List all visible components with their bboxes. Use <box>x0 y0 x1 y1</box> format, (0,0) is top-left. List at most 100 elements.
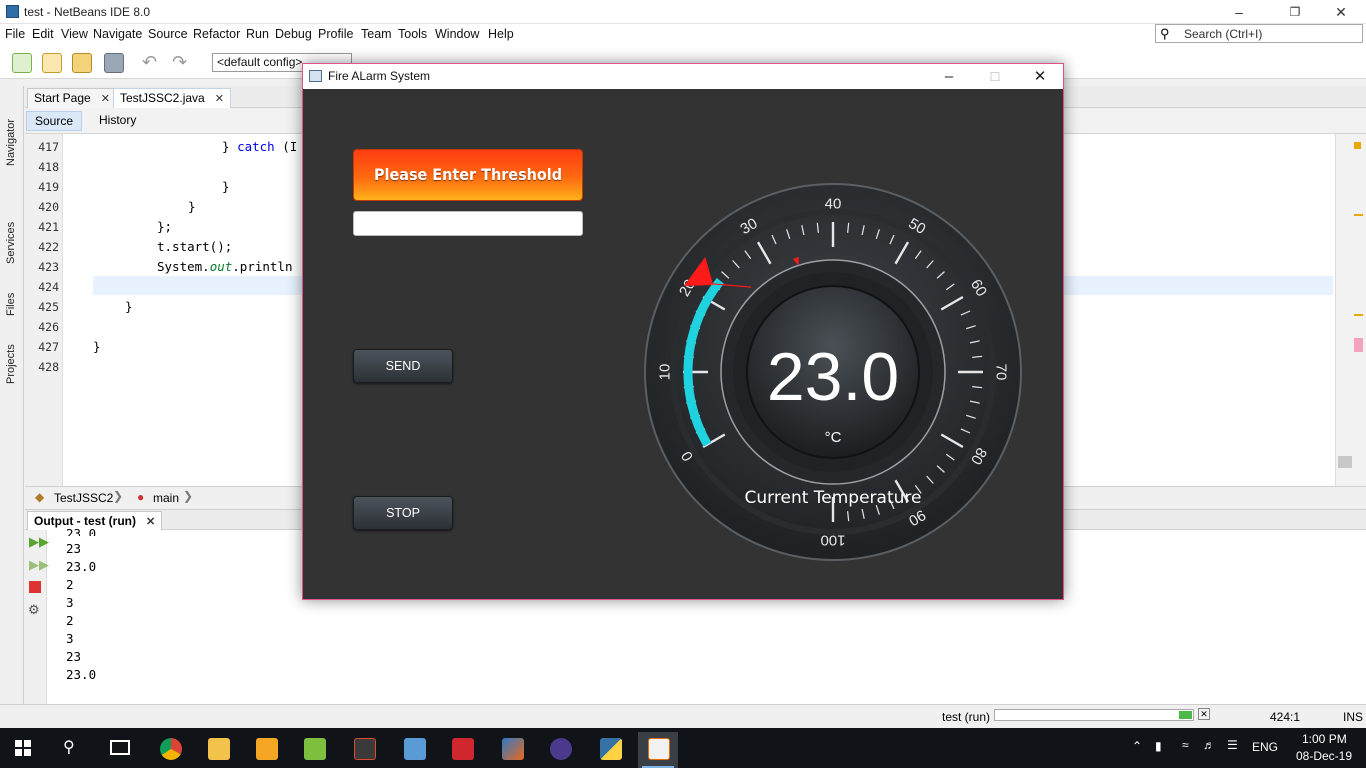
solidworks-icon[interactable] <box>442 732 482 768</box>
warning-marker[interactable] <box>1354 142 1361 149</box>
output-line: 23.0 <box>66 667 97 682</box>
menu-refactor[interactable]: Refactor <box>193 27 240 41</box>
insert-mode: INS <box>1343 710 1364 724</box>
send-button[interactable]: SEND <box>353 349 453 383</box>
rerun-different-icon[interactable]: ▶▶ <box>29 557 49 573</box>
notification-icon[interactable]: ☰ <box>1227 738 1238 752</box>
tab-start-page[interactable]: Start Page ✕ <box>27 88 117 108</box>
menu-tools[interactable]: Tools <box>398 27 427 41</box>
task-view-icon[interactable] <box>110 740 130 755</box>
java-icon[interactable] <box>638 732 678 768</box>
menu-source[interactable]: Source <box>148 27 188 41</box>
gauge-tick-label: 100 <box>820 532 845 549</box>
line-number: 422 <box>38 240 59 254</box>
gauge-tick-label: 70 <box>993 364 1010 381</box>
menu-edit[interactable]: Edit <box>32 27 54 41</box>
menu-profile[interactable]: Profile <box>318 27 353 41</box>
breadcrumb-method[interactable]: main <box>153 491 179 505</box>
files-tab[interactable]: Files <box>5 293 17 316</box>
temperature-gauge: 0102030405060708090100 23.0 °C Current T… <box>644 183 1022 561</box>
projects-tab[interactable]: Projects <box>5 344 17 384</box>
threshold-input[interactable] <box>353 211 583 236</box>
chart-app-icon[interactable] <box>294 732 334 768</box>
dialog-title-bar: Fire ALarm System – ☐ ✕ <box>303 64 1063 89</box>
error-marker[interactable] <box>1354 338 1363 352</box>
search-input[interactable]: ⚲ Search (Ctrl+I) <box>1155 24 1363 43</box>
output-actions: ▶▶ ▶▶ ⚙ <box>25 530 49 704</box>
code-line-419: } <box>222 179 230 194</box>
tab-testjssc2[interactable]: TestJSSC2.java ✕ <box>113 88 231 108</box>
stop-button[interactable]: STOP <box>353 496 453 530</box>
clock-date[interactable]: 08-Dec-19 <box>1296 749 1352 763</box>
warning-marker[interactable] <box>1354 214 1363 216</box>
output-line: 2 <box>66 577 74 592</box>
breadcrumb-class[interactable]: TestJSSC2 <box>54 491 113 505</box>
chevron-up-icon[interactable]: ⌃ <box>1132 739 1142 753</box>
minimize-icon[interactable]: – <box>939 67 959 87</box>
output-line: 3 <box>66 631 74 646</box>
menu-help[interactable]: Help <box>488 27 514 41</box>
chevron-right-icon: ❯ <box>113 489 124 503</box>
file-explorer-icon[interactable] <box>198 732 238 768</box>
editor-scrollbar[interactable] <box>1335 134 1366 486</box>
output-line: 23 <box>66 541 82 556</box>
class-icon: ◆ <box>35 490 45 504</box>
volume-icon[interactable]: ♬ <box>1203 738 1215 752</box>
window-title: test - NetBeans IDE 8.0 <box>24 5 151 19</box>
taskbar: ⚲ ⌃ ▮ ≈ ♬ ☰ ENG 1:00 PM 08-Dec-19 <box>0 728 1366 768</box>
minimize-icon[interactable]: – <box>1230 3 1248 21</box>
services-tab[interactable]: Services <box>5 222 17 264</box>
language-indicator[interactable]: ENG <box>1252 740 1278 754</box>
media-player-icon[interactable] <box>246 732 286 768</box>
close-tab-icon[interactable]: ✕ <box>101 93 110 105</box>
menu-view[interactable]: View <box>61 27 88 41</box>
tab-source[interactable]: Source <box>26 111 83 131</box>
cancel-task-icon[interactable]: ✕ <box>1198 708 1210 720</box>
search-icon[interactable]: ⚲ <box>63 737 75 757</box>
chrome-icon[interactable] <box>150 732 190 768</box>
restore-icon[interactable]: ❐ <box>1286 3 1304 21</box>
eclipse-icon[interactable] <box>540 732 580 768</box>
wifi-icon[interactable]: ≈ <box>1182 738 1189 752</box>
line-number: 427 <box>38 340 59 354</box>
stop-icon[interactable] <box>29 581 41 593</box>
line-number: 420 <box>38 200 59 214</box>
close-icon[interactable]: ✕ <box>1332 3 1350 21</box>
clock-time[interactable]: 1:00 PM <box>1302 732 1347 746</box>
python-icon[interactable] <box>590 732 630 768</box>
menu-window[interactable]: Window <box>435 27 479 41</box>
menu-file[interactable]: File <box>5 27 25 41</box>
new-file-icon[interactable] <box>12 53 32 73</box>
ms-app-icon[interactable] <box>344 732 384 768</box>
navigator-tab[interactable]: Navigator <box>5 119 17 166</box>
open-project-icon[interactable] <box>72 53 92 73</box>
caret-position: 424:1 <box>1270 710 1301 724</box>
undo-icon[interactable]: ↶ <box>142 53 162 73</box>
settings-icon[interactable]: ⚙ <box>28 602 40 618</box>
matlab-icon[interactable] <box>492 732 532 768</box>
temperature-unit: °C <box>825 429 842 446</box>
close-icon[interactable]: ✕ <box>1030 67 1050 87</box>
tab-label: TestJSSC2.java <box>120 91 205 105</box>
rerun-icon[interactable]: ▶▶ <box>29 534 49 550</box>
code-line-417: } catch (I <box>222 139 298 154</box>
tab-history[interactable]: History <box>91 111 144 131</box>
scroll-thumb[interactable] <box>1338 456 1352 468</box>
redo-icon[interactable]: ↷ <box>172 53 192 73</box>
save-all-icon[interactable] <box>104 53 124 73</box>
windows-start-icon[interactable] <box>15 740 31 756</box>
new-project-icon[interactable] <box>42 53 62 73</box>
battery-icon[interactable]: ▮ <box>1155 739 1162 753</box>
menu-debug[interactable]: Debug <box>275 27 312 41</box>
code-line-423: System.out.println <box>157 259 293 274</box>
close-tab-icon[interactable]: ✕ <box>215 93 224 105</box>
warning-marker[interactable] <box>1354 314 1363 316</box>
menu-team[interactable]: Team <box>361 27 392 41</box>
menu-run[interactable]: Run <box>246 27 269 41</box>
title-bar: test - NetBeans IDE 8.0 – ❐ ✕ <box>0 0 1366 24</box>
line-number: 425 <box>38 300 59 314</box>
line-number: 428 <box>38 360 59 374</box>
close-tab-icon[interactable]: ✕ <box>146 516 155 528</box>
menu-navigate[interactable]: Navigate <box>93 27 142 41</box>
virtualbox-icon[interactable] <box>394 732 434 768</box>
